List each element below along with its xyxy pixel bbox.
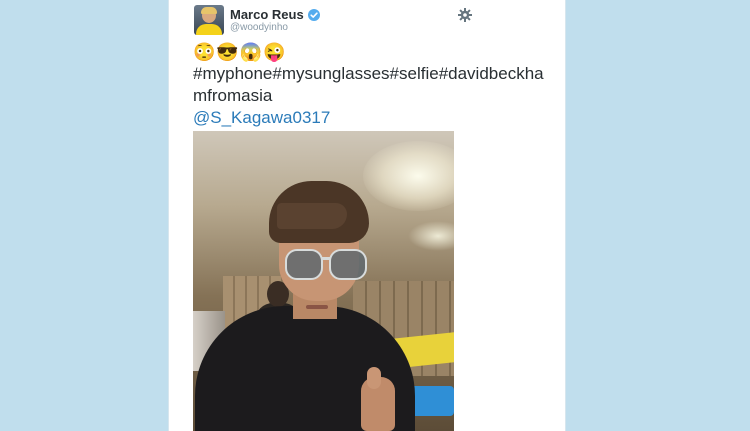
hashtags-text: #myphone#mysunglasses#selfie#davidbeckha…: [193, 64, 544, 105]
author-avatar[interactable]: [194, 5, 224, 35]
tweet-photo[interactable]: [193, 131, 454, 431]
gear-icon[interactable]: [458, 8, 472, 22]
author-handle[interactable]: @woodyinho: [230, 22, 288, 33]
verified-badge-icon: [307, 8, 320, 21]
tweet-card: Marco Reus @woodyinho 😳😎😱😜 #myphone#mysu…: [168, 0, 566, 431]
tweet-text: #myphone#mysunglasses#selfie#davidbeckha…: [193, 63, 553, 129]
author-name[interactable]: Marco Reus: [230, 7, 304, 22]
author-name-row[interactable]: Marco Reus: [230, 7, 320, 22]
tweet-emojis: 😳😎😱😜: [193, 42, 287, 62]
mention-link[interactable]: @S_Kagawa0317: [193, 107, 553, 129]
